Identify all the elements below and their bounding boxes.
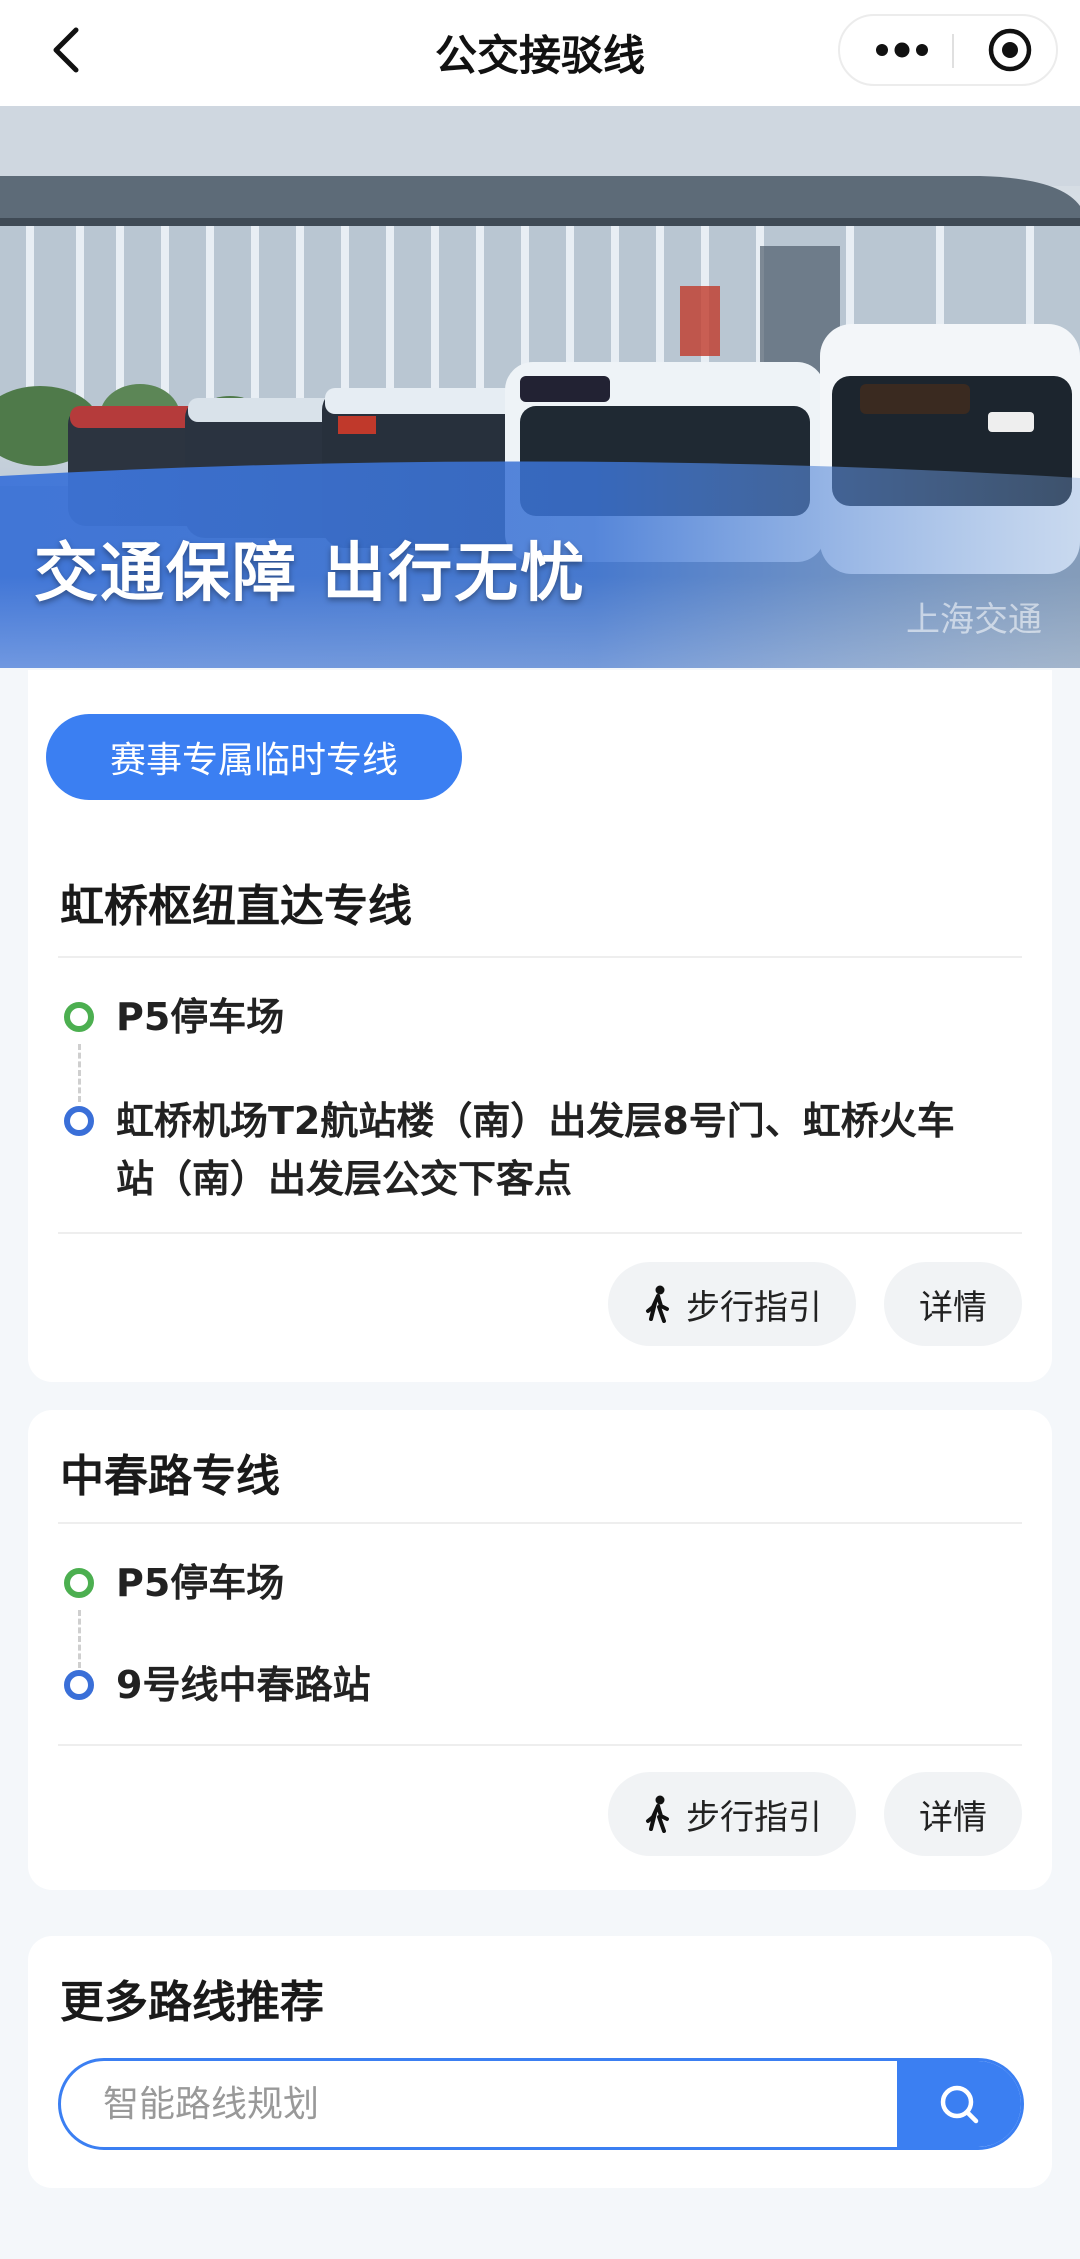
end-stop-name: 9号线中春路站 — [116, 1663, 371, 1707]
end-stop-dot — [64, 1670, 94, 1700]
banner-watermark: 上海交通 — [906, 600, 1042, 640]
start-stop-dot — [64, 1002, 94, 1032]
details-button[interactable]: 详情 — [884, 1262, 1022, 1346]
search-icon — [940, 2085, 979, 2124]
close-miniapp-button[interactable] — [970, 16, 1050, 84]
details-label: 详情 — [919, 1797, 987, 1838]
more-dots-icon — [876, 42, 928, 58]
route-connector — [78, 1610, 81, 1668]
more-button[interactable] — [864, 16, 940, 84]
end-stop-name-line2: 站（南）出发层公交下客点 — [116, 1157, 573, 1201]
start-stop-name: P5停车场 — [116, 995, 285, 1039]
event-line-tag[interactable]: 赛事专属临时专线 — [46, 714, 462, 800]
banner-slogan: 交通保障 出行无忧 — [34, 537, 587, 611]
search-button[interactable] — [897, 2061, 1021, 2147]
details-label: 详情 — [919, 1287, 987, 1328]
more-routes-card: 更多路线推荐 — [28, 1936, 1052, 2188]
capsule-divider — [952, 34, 954, 68]
miniapp-capsule — [838, 14, 1058, 86]
target-icon — [988, 28, 1032, 72]
event-line-tag-label: 赛事专属临时专线 — [109, 740, 398, 781]
walking-person-icon — [642, 1795, 676, 1833]
route-card-zhongchun: 中春路专线 P5停车场 9号线中春路站 步行指引 详情 — [28, 1410, 1052, 1890]
route-connector — [78, 1044, 81, 1102]
more-routes-title: 更多路线推荐 — [60, 1977, 324, 2028]
end-stop-name-line1: 虹桥机场T2航站楼（南）出发层8号门、虹桥火车 — [116, 1099, 955, 1143]
page: 公交接驳线 交通保障 出行无忧 上海交通 虹桥枢纽直达专线 P5停车场 虹桥机场… — [0, 0, 1080, 2259]
walk-guide-label: 步行指引 — [686, 1797, 822, 1838]
start-stop-name: P5停车场 — [116, 1561, 285, 1605]
route-title: 虹桥枢纽直达专线 — [60, 881, 412, 932]
divider — [58, 1522, 1022, 1524]
divider — [58, 1232, 1022, 1234]
details-button[interactable]: 详情 — [884, 1772, 1022, 1856]
walking-person-icon — [642, 1285, 676, 1323]
start-stop-dot — [64, 1568, 94, 1598]
route-title: 中春路专线 — [60, 1451, 280, 1502]
walk-guide-button[interactable]: 步行指引 — [608, 1262, 856, 1346]
divider — [58, 1744, 1022, 1746]
hero-banner: 交通保障 出行无忧 上海交通 — [0, 106, 1080, 668]
route-search-box — [58, 2058, 1024, 2150]
top-nav-bar: 公交接驳线 — [0, 0, 1080, 106]
walk-guide-button[interactable]: 步行指引 — [608, 1772, 856, 1856]
route-planner-input[interactable] — [61, 2061, 897, 2147]
end-stop-dot — [64, 1106, 94, 1136]
divider — [58, 956, 1022, 958]
walk-guide-label: 步行指引 — [686, 1287, 822, 1328]
